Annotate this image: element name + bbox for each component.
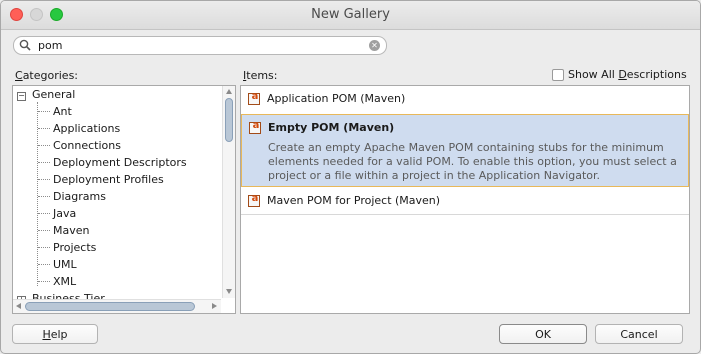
categories-tree-panel: − General Ant Applications Connections D… bbox=[12, 85, 236, 314]
tree-item-projects[interactable]: Projects bbox=[53, 239, 96, 256]
window-title: New Gallery bbox=[311, 7, 390, 22]
tree-guide-line bbox=[37, 102, 38, 286]
item-name: Empty POM (Maven) bbox=[268, 121, 395, 134]
tree-branch bbox=[38, 128, 50, 129]
show-all-descriptions-checkbox[interactable]: Show All Descriptions bbox=[552, 68, 687, 81]
tree-item-connections[interactable]: Connections bbox=[53, 137, 121, 154]
categories-vertical-scrollbar[interactable] bbox=[222, 86, 235, 298]
tree-branch bbox=[38, 162, 50, 163]
help-button[interactable]: Help bbox=[12, 324, 98, 344]
horizontal-scroll-thumb[interactable] bbox=[25, 302, 195, 311]
show-all-descriptions-label: Show All Descriptions bbox=[568, 68, 687, 81]
search-icon bbox=[19, 39, 31, 51]
tree-item-uml[interactable]: UML bbox=[53, 256, 77, 273]
tree-item-java[interactable]: Java bbox=[53, 205, 76, 222]
categories-horizontal-scrollbar[interactable] bbox=[13, 299, 221, 313]
list-item-empty-pom[interactable]: Empty POM (Maven) Create an empty Apache… bbox=[241, 114, 689, 187]
search-input[interactable]: pom bbox=[38, 39, 62, 52]
tree-node-general[interactable]: − General bbox=[13, 86, 221, 103]
items-label: Items: bbox=[243, 69, 278, 82]
tree-item-maven[interactable]: Maven bbox=[53, 222, 89, 239]
cancel-button[interactable]: Cancel bbox=[595, 324, 683, 344]
tree-branch bbox=[38, 281, 50, 282]
tree-branch bbox=[38, 247, 50, 248]
tree-branch bbox=[38, 264, 50, 265]
categories-label: Categories: bbox=[15, 69, 79, 82]
tree-branch bbox=[38, 179, 50, 180]
item-name: Maven POM for Project (Maven) bbox=[267, 194, 441, 207]
title-bar: New Gallery bbox=[1, 1, 700, 30]
clear-search-icon[interactable]: ✕ bbox=[369, 40, 380, 51]
tree-item-xml[interactable]: XML bbox=[53, 273, 76, 290]
tree-item-applications[interactable]: Applications bbox=[53, 120, 120, 137]
new-gallery-dialog: New Gallery pom ✕ Categories: − General … bbox=[0, 0, 701, 354]
ok-button[interactable]: OK bbox=[499, 324, 587, 344]
search-field[interactable]: pom ✕ bbox=[13, 36, 387, 55]
scroll-down-icon[interactable] bbox=[226, 289, 232, 294]
scroll-left-icon[interactable] bbox=[16, 303, 21, 309]
list-item-application-pom[interactable]: Application POM (Maven) bbox=[241, 86, 689, 113]
vertical-scroll-thumb[interactable] bbox=[225, 98, 233, 142]
checkbox-box[interactable] bbox=[552, 69, 564, 81]
maven-a-icon bbox=[248, 193, 260, 207]
tree-item-ant[interactable]: Ant bbox=[53, 103, 72, 120]
list-item-maven-pom-for-project[interactable]: Maven POM for Project (Maven) bbox=[241, 188, 689, 215]
tree-branch bbox=[38, 145, 50, 146]
tree-branch bbox=[38, 111, 50, 112]
tree-branch bbox=[38, 230, 50, 231]
tree-item-deployment-profiles[interactable]: Deployment Profiles bbox=[53, 171, 164, 188]
tree-branch bbox=[38, 213, 50, 214]
scroll-right-icon[interactable] bbox=[212, 303, 217, 309]
items-list-panel: Application POM (Maven) Empty POM (Maven… bbox=[240, 85, 690, 314]
item-name: Application POM (Maven) bbox=[267, 92, 406, 105]
item-description: Create an empty Apache Maven POM contain… bbox=[268, 141, 677, 182]
maven-a-icon bbox=[249, 120, 261, 134]
scroll-up-icon[interactable] bbox=[226, 89, 232, 94]
tree-item-deployment-descriptors[interactable]: Deployment Descriptors bbox=[53, 154, 187, 171]
collapse-icon[interactable]: − bbox=[17, 92, 26, 101]
tree-item-diagrams[interactable]: Diagrams bbox=[53, 188, 106, 205]
maven-a-icon bbox=[248, 91, 260, 105]
tree-branch bbox=[38, 196, 50, 197]
